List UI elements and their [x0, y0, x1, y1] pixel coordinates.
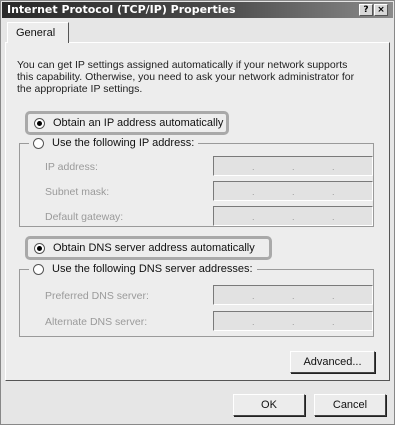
dns-auto-radio[interactable]	[34, 242, 45, 254]
description-text: You can get IP settings assigned automat…	[17, 59, 377, 95]
dns-auto-label: Obtain DNS server address automatically	[53, 242, 255, 254]
tcpip-properties-dialog: Internet Protocol (TCP/IP) Properties ? …	[0, 0, 395, 425]
alternate-dns-field[interactable]: ...	[213, 311, 373, 331]
alternate-dns-label: Alternate DNS server:	[45, 316, 148, 328]
dns-manual-radio[interactable]	[33, 263, 44, 275]
advanced-button[interactable]: Advanced...	[290, 351, 375, 373]
description-line: the appropriate IP settings.	[17, 83, 143, 95]
ip-manual-radio[interactable]	[33, 137, 44, 149]
ip-address-field[interactable]: ...	[213, 156, 373, 176]
subnet-mask-field[interactable]: ...	[213, 181, 373, 201]
ip-auto-radio[interactable]	[34, 117, 45, 129]
preferred-dns-label: Preferred DNS server:	[45, 290, 149, 302]
default-gateway-label: Default gateway:	[45, 211, 124, 223]
ip-manual-radio-row[interactable]: Use the following IP address:	[29, 137, 199, 149]
tab-general[interactable]: General	[7, 22, 69, 43]
help-button[interactable]: ?	[359, 4, 373, 16]
ip-manual-label: Use the following IP address:	[52, 137, 195, 149]
subnet-mask-label: Subnet mask:	[45, 186, 110, 198]
cancel-button[interactable]: Cancel	[314, 394, 386, 416]
ip-auto-radio-row[interactable]: Obtain an IP address automatically	[34, 117, 223, 129]
title-bar[interactable]: Internet Protocol (TCP/IP) Properties ? …	[2, 2, 393, 18]
description-line: You can get IP settings assigned automat…	[17, 59, 348, 71]
ip-auto-label: Obtain an IP address automatically	[53, 117, 224, 129]
preferred-dns-field[interactable]: ...	[213, 285, 373, 305]
default-gateway-field[interactable]: ...	[213, 206, 373, 226]
dns-manual-radio-row[interactable]: Use the following DNS server addresses:	[29, 263, 257, 275]
description-line: this capability. Otherwise, you need to …	[17, 71, 355, 83]
dns-auto-radio-row[interactable]: Obtain DNS server address automatically	[34, 242, 255, 254]
window-title: Internet Protocol (TCP/IP) Properties	[7, 3, 236, 16]
ip-address-label: IP address:	[45, 161, 98, 173]
dns-manual-label: Use the following DNS server addresses:	[52, 263, 253, 275]
ok-button[interactable]: OK	[233, 394, 305, 416]
close-button[interactable]: ×	[374, 4, 388, 16]
